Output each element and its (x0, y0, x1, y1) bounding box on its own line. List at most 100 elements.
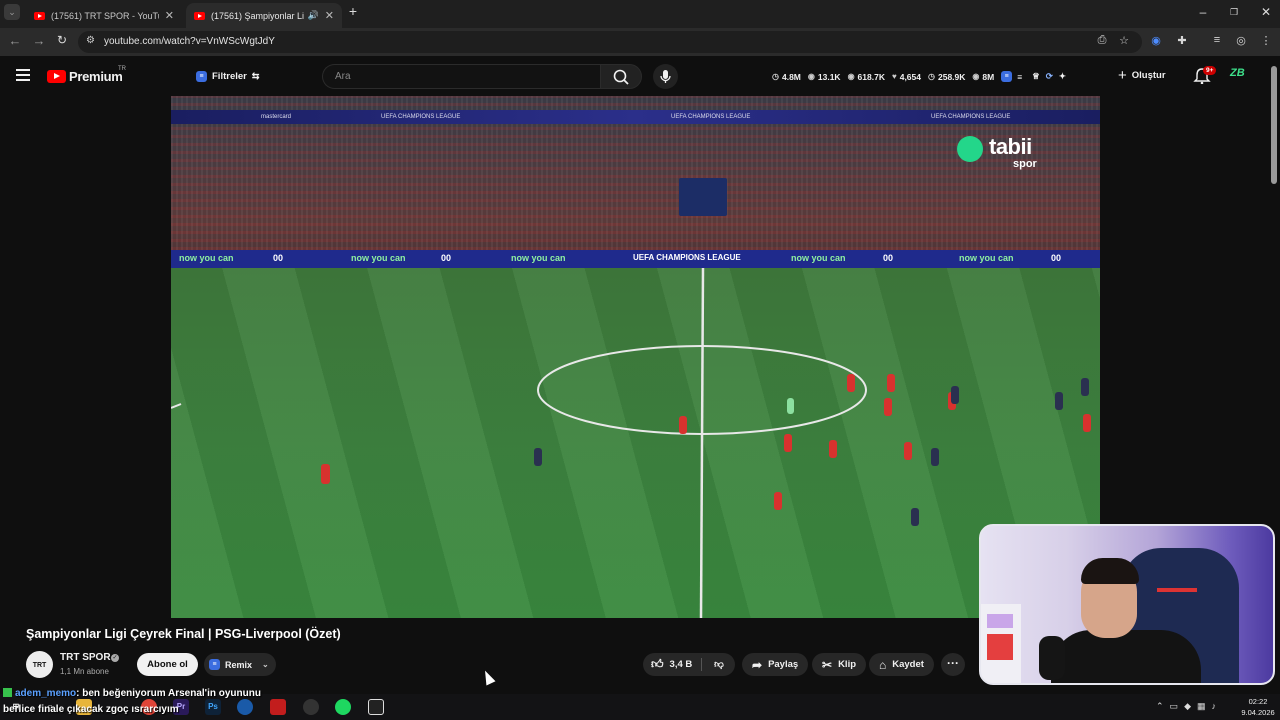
minimize-button[interactable]: – (1193, 5, 1213, 19)
tab-search-icon[interactable]: ⌄ (4, 4, 20, 20)
page-scrollbar[interactable] (1271, 66, 1277, 184)
display-icon[interactable]: ▭ (1170, 701, 1179, 712)
channel-name[interactable]: TRT SPOR (60, 652, 111, 663)
stream-app-icon[interactable] (270, 699, 286, 715)
address-bar[interactable]: ⚙ youtube.com/watch?v=VnWScWgtJdY (78, 31, 1142, 53)
tab-video[interactable]: (17561) Şampiyonlar Ligi Ç 🔊 ✕ (186, 3, 342, 28)
close-window-button[interactable]: ✕ (1256, 5, 1276, 19)
url-text[interactable]: youtube.com/watch?v=VnWScWgtJdY (104, 36, 275, 47)
extensions-puzzle-icon[interactable]: ✚ (1174, 34, 1190, 47)
tabii-spor-watermark: tabii spor (957, 134, 1037, 170)
spotify-icon[interactable] (335, 699, 351, 715)
pitch-markings (171, 268, 1091, 618)
capture-app-icon[interactable] (368, 699, 384, 715)
trophy-standee (679, 178, 727, 216)
save-button[interactable]: ⌂ Kaydet (869, 653, 934, 676)
obs-icon[interactable] (303, 699, 319, 715)
clip-label: Klip (838, 659, 857, 670)
save-label: Kaydet (892, 659, 924, 670)
restore-button[interactable]: ❐ (1224, 7, 1244, 18)
controller-icon[interactable]: ◆ (1184, 701, 1191, 712)
board-text: 00 (273, 253, 284, 263)
board-text: now you can (351, 253, 406, 263)
share-button[interactable]: ➦ Paylaş (742, 653, 809, 676)
chat-message-continuation: berlice finale çıkacak zgoç ısrarcıyım (3, 704, 179, 715)
more-actions-button[interactable]: ··· (941, 653, 965, 676)
bookmark-star-icon[interactable]: ☆ (1116, 34, 1132, 47)
scissors-icon: ✂ (822, 657, 833, 672)
close-tab-icon[interactable]: ✕ (325, 9, 334, 22)
video-player[interactable]: mastercard UEFA CHAMPIONS LEAGUE UEFA CH… (171, 96, 1100, 618)
eye-icon: ◉ (807, 72, 815, 81)
like-dislike-group: 👍︎ 3,4 B 👎︎ (643, 653, 735, 676)
extension-stats-bar: ◷ 4.8M ◉ 13.1K ◉ 618.7K ♥ 4,654 ◷ 258.9K ◉ 8M … (772, 71, 1066, 82)
plus-icon: + (1118, 67, 1127, 84)
app-icon[interactable] (237, 699, 253, 715)
more-horizontal-icon: ··· (947, 656, 959, 670)
extension-icon[interactable]: ◉ (1148, 34, 1164, 47)
sparkle-icon[interactable]: ✦ (1059, 71, 1066, 82)
dislike-button[interactable]: 👎︎ (705, 653, 733, 676)
new-tab-button[interactable]: + (343, 3, 363, 19)
youtube-icon (194, 11, 205, 20)
background-shelf (981, 604, 1021, 683)
volume-icon[interactable]: ♪ (1212, 701, 1217, 712)
microphone-icon (660, 70, 671, 83)
board-text: now you can (511, 253, 566, 263)
photoshop-icon[interactable]: Ps (205, 699, 221, 715)
account-avatar[interactable]: ZB (1230, 67, 1250, 85)
create-button[interactable]: + Oluştur (1118, 67, 1166, 84)
search-input[interactable] (323, 65, 600, 88)
tab-trt-spor[interactable]: (17561) TRT SPOR - YouTube ✕ (26, 3, 182, 28)
media-controls-icon[interactable]: ≡ (1209, 34, 1225, 46)
sync-icon[interactable]: ⟳ (1046, 71, 1053, 82)
browser-tab-strip: ⌄ (17561) TRT SPOR - YouTube ✕ (17561) Ş… (0, 0, 1280, 28)
network-icon[interactable]: ▦ (1197, 701, 1206, 712)
search-button[interactable] (600, 64, 642, 89)
chat-badge-icon (3, 688, 12, 697)
players (321, 374, 1091, 510)
forward-button[interactable]: → (30, 33, 48, 48)
sliders-icon: ⇆ (251, 70, 260, 81)
remix-button[interactable]: ≡ Remix ⌄ (204, 653, 276, 676)
subscriber-count: 1,1 Mn abone (60, 667, 109, 676)
youtube-premium-logo[interactable]: Premium TR (47, 66, 126, 84)
filters-button[interactable]: ≡ Filtreler ⇆ (196, 66, 259, 86)
filters-label: Filtreler (212, 70, 247, 82)
streamer-body (1051, 630, 1201, 683)
youtube-icon (34, 11, 45, 20)
tabii-logo-icon (957, 136, 983, 162)
streaming-microphone (1039, 636, 1065, 680)
list-icon[interactable]: ≡ (1017, 72, 1022, 82)
speaker-icon[interactable]: 🔊 (308, 10, 319, 21)
close-tab-icon[interactable]: ✕ (165, 9, 174, 22)
thumbs-up-icon: 👍︎ (651, 657, 664, 671)
stat-item: ♥ 4,654 (891, 71, 921, 82)
menu-icon[interactable] (16, 69, 30, 84)
youtube-play-icon (47, 70, 66, 83)
profile-icon[interactable]: ◎ (1233, 34, 1249, 47)
chevron-up-icon[interactable]: ⌃ (1156, 701, 1164, 712)
remix-label: Remix (225, 659, 253, 670)
extension-badge-icon[interactable]: ≡ (1001, 71, 1013, 82)
eye-icon: ◉ (972, 72, 980, 81)
top-ad-board: mastercard UEFA CHAMPIONS LEAGUE UEFA CH… (171, 110, 1100, 124)
webcam-overlay (979, 524, 1275, 685)
subscribe-button[interactable]: Abone ol (137, 653, 198, 676)
video-title: Şampiyonlar Ligi Çeyrek Final | PSG-Live… (26, 627, 341, 641)
system-clock[interactable]: 02:22 9.04.2026 (1238, 696, 1278, 718)
share-label: Paylaş (768, 659, 799, 670)
like-button[interactable]: 👍︎ 3,4 B (643, 653, 701, 676)
voice-search-button[interactable] (653, 64, 678, 89)
clip-button[interactable]: ✂ Klip (812, 653, 867, 676)
channel-avatar[interactable]: TRT SPOR (26, 651, 53, 697)
browser-menu-icon[interactable]: ⋮ (1258, 34, 1274, 47)
search-box[interactable] (322, 64, 600, 89)
award-icon[interactable]: ♕ (1032, 71, 1040, 82)
divider (701, 658, 702, 671)
back-button[interactable]: ← (6, 33, 24, 48)
install-app-icon[interactable]: ⎙ (1094, 34, 1110, 47)
site-info-icon[interactable]: ⚙ (86, 35, 95, 46)
clock-icon: ◷ (928, 72, 935, 81)
reload-button[interactable]: ↻ (53, 33, 71, 47)
